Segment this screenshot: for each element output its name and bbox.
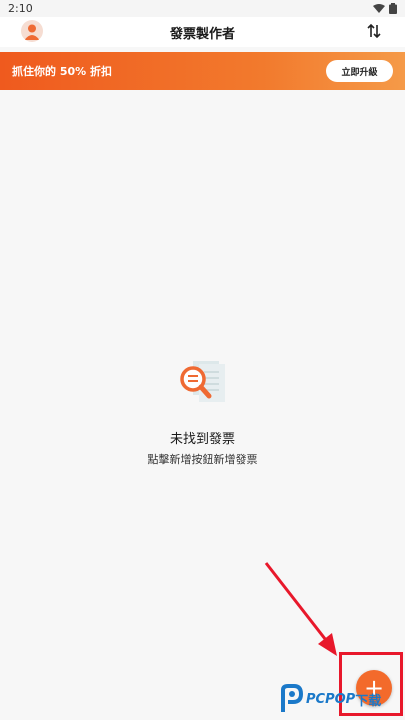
watermark-brand: PCPOP xyxy=(306,691,356,707)
watermark-suffix: 下载 xyxy=(355,693,382,709)
pcpop-logo-icon xyxy=(281,684,304,712)
watermark: PCPOP 下载 xyxy=(278,684,381,714)
pointer-arrow xyxy=(264,562,337,656)
